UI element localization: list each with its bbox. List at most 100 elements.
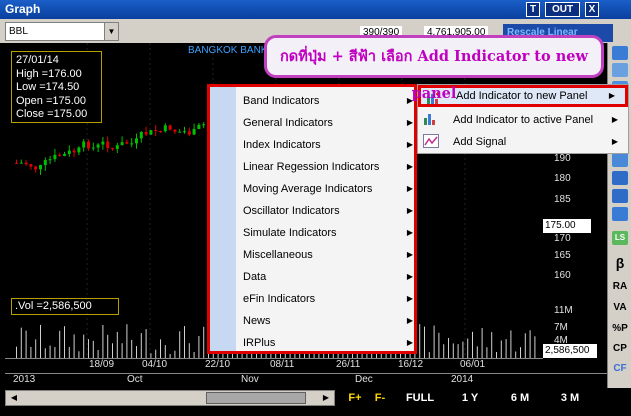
- volume-bar: [520, 347, 521, 358]
- menu-item-label: IRPlus: [243, 337, 276, 349]
- volume-bar: [438, 332, 440, 358]
- add-signal[interactable]: Add Signal ▶: [418, 131, 628, 153]
- price-tick: 165: [554, 250, 571, 261]
- candle-body: [67, 150, 71, 155]
- candle-body: [101, 141, 105, 145]
- volume-bar: [198, 335, 200, 358]
- candle-body: [149, 130, 153, 135]
- zoom-icon[interactable]: [612, 63, 628, 77]
- symbol-value: BBL: [9, 26, 28, 37]
- candle-body: [15, 163, 18, 164]
- menu-item-data[interactable]: Data ▶: [243, 266, 413, 288]
- volume-bar: [20, 327, 22, 358]
- grid-icon[interactable]: [612, 189, 628, 203]
- cf-button[interactable]: CF: [608, 363, 631, 374]
- info-high: High =176.00: [16, 67, 82, 80]
- candle-body: [24, 162, 28, 165]
- candle-body: [163, 125, 167, 132]
- volume-bar: [160, 339, 161, 358]
- add-indicator-active-panel[interactable]: Add Indicator to active Panel ▶: [418, 109, 628, 131]
- list-icon[interactable]: [612, 171, 628, 185]
- volume-bar: [534, 336, 536, 358]
- symbol-select[interactable]: BBL ▼: [5, 22, 119, 41]
- menu-item-band-indicators[interactable]: Band Indicators ▶: [243, 90, 413, 112]
- candle-body: [202, 124, 206, 126]
- menu-item-news[interactable]: News ▶: [243, 310, 413, 332]
- candle-body: [139, 132, 143, 139]
- window-title: Graph: [5, 2, 41, 16]
- font-increase-button[interactable]: F+: [345, 391, 365, 406]
- scroll-thumb[interactable]: [206, 392, 306, 404]
- pan-icon[interactable]: [612, 153, 628, 167]
- volume-bar: [121, 343, 123, 358]
- menu-item-efin[interactable]: eFin Indicators ▶: [243, 288, 413, 310]
- menu-item-moving-average[interactable]: Moving Average Indicators ▶: [243, 178, 413, 200]
- beta-button[interactable]: β: [608, 255, 631, 271]
- chart-bar-icon: [424, 114, 435, 125]
- menu-item-miscellaneous[interactable]: Miscellaneous ▶: [243, 244, 413, 266]
- volume-bar: [136, 346, 137, 358]
- candle-body: [130, 143, 134, 145]
- scroll-left-icon[interactable]: ◀: [7, 392, 21, 404]
- candle-body: [135, 138, 138, 144]
- menu-item-simulate[interactable]: Simulate Indicators ▶: [243, 222, 413, 244]
- table-icon[interactable]: [612, 207, 628, 221]
- font-decrease-button[interactable]: F-: [370, 391, 390, 406]
- graph-window: Graph T OUT X BBL ▼ 390/390 4,761,905.00…: [0, 0, 631, 416]
- volume-bar: [68, 346, 70, 358]
- volume-bar: [188, 343, 190, 358]
- cp-button[interactable]: CP: [608, 343, 631, 354]
- date-tick: 04/10: [142, 359, 168, 370]
- menu-item-index-indicators[interactable]: Index Indicators ▶: [243, 134, 413, 156]
- out-button[interactable]: OUT: [545, 2, 580, 17]
- va-button[interactable]: VA: [608, 302, 631, 313]
- full-range-button[interactable]: FULL: [400, 391, 440, 406]
- candle-body: [39, 165, 42, 170]
- menu-item-general-indicators[interactable]: General Indicators ▶: [243, 112, 413, 134]
- candle-body: [19, 162, 23, 164]
- candle-body: [87, 141, 90, 149]
- candle-body: [183, 131, 186, 133]
- candle-body: [106, 141, 110, 148]
- candle-body: [125, 142, 129, 144]
- submenu-arrow-icon: ▶: [406, 272, 413, 281]
- month-tick: Dec: [355, 374, 373, 385]
- submenu-arrow-icon: ▶: [406, 250, 413, 259]
- last-volume-tag: 2,586,500: [543, 344, 597, 358]
- submenu-arrow-icon: ▶: [406, 316, 413, 325]
- ra-button[interactable]: RA: [608, 281, 631, 292]
- ls-button[interactable]: LS: [612, 231, 628, 245]
- month-tick: 2014: [451, 374, 474, 385]
- candle-body: [82, 141, 86, 148]
- menu-item-label: Simulate Indicators: [243, 227, 337, 239]
- menu-item-oscillator[interactable]: Oscillator Indicators ▶: [243, 200, 413, 222]
- candle-body: [197, 124, 201, 129]
- menu-item-linear-regression[interactable]: Linear Regession Indicators ▶: [243, 156, 413, 178]
- volume-bar: [140, 333, 142, 358]
- t-button[interactable]: T: [526, 2, 540, 17]
- six-month-button[interactable]: 6 M: [500, 391, 540, 406]
- month-tick: Nov: [241, 374, 259, 385]
- one-year-button[interactable]: 1 Y: [450, 391, 490, 406]
- volume-bar: [524, 333, 526, 358]
- indicator-context-menu: Band Indicators ▶ General Indicators ▶ Ind…: [207, 84, 417, 354]
- zoom-in-icon[interactable]: [612, 46, 628, 60]
- price-tick: 190: [554, 153, 571, 164]
- exchange-label: BANGKOK BANK: [188, 45, 268, 56]
- horizontal-scrollbar[interactable]: ◀ ▶: [5, 390, 335, 406]
- candle-body: [34, 166, 38, 170]
- info-close: Close =175.00: [16, 108, 88, 120]
- volume-bar: [443, 344, 445, 358]
- three-month-button[interactable]: 3 M: [550, 391, 590, 406]
- pct-button[interactable]: %P: [608, 323, 631, 334]
- volume-bar: [155, 349, 157, 358]
- price-tick: 180: [554, 173, 571, 184]
- menu-item-irplus[interactable]: IRPlus ▶: [243, 332, 413, 354]
- candle-body: [96, 144, 100, 148]
- menu-item-label: eFin Indicators: [243, 293, 316, 305]
- scroll-right-icon[interactable]: ▶: [319, 392, 333, 404]
- close-button[interactable]: X: [585, 2, 599, 17]
- menu-item-label: Miscellaneous: [243, 249, 313, 261]
- chevron-down-icon[interactable]: ▼: [104, 23, 118, 40]
- date-tick: 22/10: [205, 359, 231, 370]
